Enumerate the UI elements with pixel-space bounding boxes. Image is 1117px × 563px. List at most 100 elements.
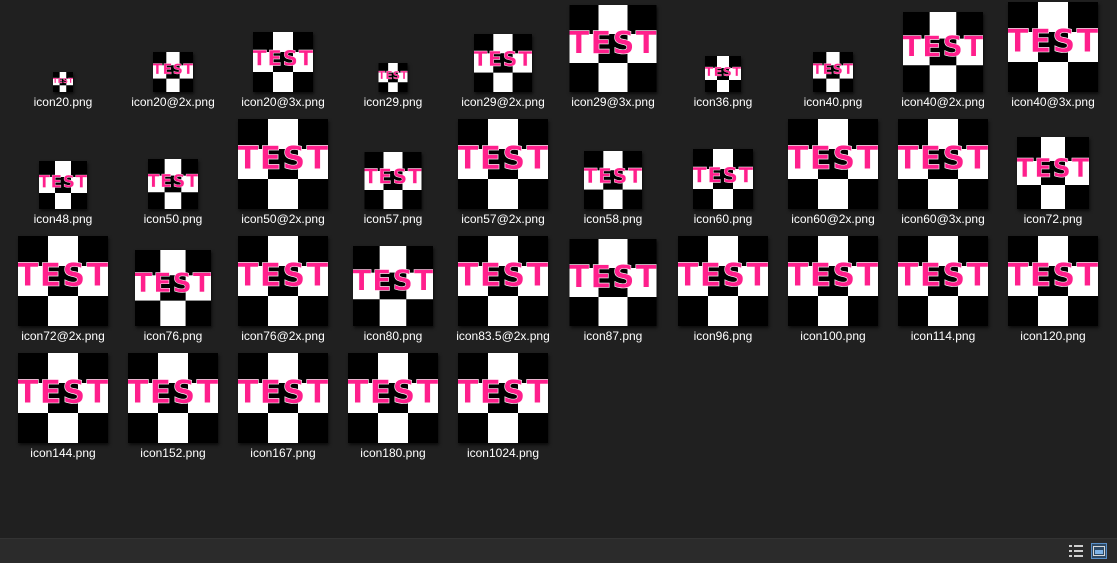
file-item[interactable]: TEST icon87.png <box>558 234 668 351</box>
test-icon-image: TEST <box>1008 2 1098 92</box>
file-item[interactable]: TEST icon72.png <box>998 117 1108 234</box>
file-item[interactable]: TEST icon50@2x.png <box>228 117 338 234</box>
file-thumbnail: TEST <box>18 353 108 443</box>
test-icon-image: TEST <box>705 56 741 92</box>
test-icon-image: TEST <box>238 119 328 209</box>
test-text-mark: TEST <box>18 373 108 411</box>
large-icons-view-icon <box>1093 546 1105 556</box>
file-thumbnail: TEST <box>788 119 878 209</box>
large-icons-view-button[interactable] <box>1091 543 1107 559</box>
file-item[interactable]: TEST icon60@2x.png <box>778 117 888 234</box>
file-name: icon76@2x.png <box>241 329 325 343</box>
test-text-mark: TEST <box>238 256 328 294</box>
file-item[interactable]: TEST icon58.png <box>558 117 668 234</box>
file-item[interactable]: TEST icon83.5@2x.png <box>448 234 558 351</box>
file-name: icon83.5@2x.png <box>456 329 550 343</box>
file-item[interactable]: TEST icon20@3x.png <box>228 0 338 117</box>
file-item[interactable]: TEST icon29@2x.png <box>448 0 558 117</box>
file-item[interactable]: TEST icon76@2x.png <box>228 234 338 351</box>
file-thumbnail: TEST <box>898 119 988 209</box>
file-item[interactable]: TEST icon167.png <box>228 351 338 468</box>
file-thumbnail: TEST <box>1017 137 1089 209</box>
test-text-mark: TEST <box>813 62 853 78</box>
file-item[interactable]: TEST icon57.png <box>338 117 448 234</box>
file-item[interactable]: TEST icon57@2x.png <box>448 117 558 234</box>
file-thumbnail: TEST <box>253 32 313 92</box>
file-item[interactable]: TEST icon1024.png <box>448 351 558 468</box>
file-item[interactable]: TEST icon60.png <box>668 117 778 234</box>
file-name: icon100.png <box>800 329 866 343</box>
test-text-mark: TEST <box>898 256 988 294</box>
file-item[interactable]: TEST icon120.png <box>998 234 1108 351</box>
file-item[interactable]: TEST icon20.png <box>8 0 118 117</box>
file-item[interactable]: TEST icon20@2x.png <box>118 0 228 117</box>
test-icon-image: TEST <box>898 236 988 326</box>
test-text-mark: TEST <box>353 264 433 297</box>
file-name: icon50@2x.png <box>241 212 325 226</box>
file-thumbnail: TEST <box>348 353 438 443</box>
file-thumbnail: TEST <box>238 236 328 326</box>
file-name: icon60@3x.png <box>901 212 985 226</box>
file-name: icon20@3x.png <box>241 95 325 109</box>
test-icon-image: TEST <box>253 32 313 92</box>
file-name: icon57@2x.png <box>461 212 545 226</box>
file-item[interactable]: TEST icon144.png <box>8 351 118 468</box>
file-name: icon40@2x.png <box>901 95 985 109</box>
file-name: icon40@3x.png <box>1011 95 1095 109</box>
file-item[interactable]: TEST icon29@3x.png <box>558 0 668 117</box>
status-bar <box>0 538 1117 563</box>
test-text-mark: TEST <box>788 139 878 177</box>
file-thumbnail: TEST <box>364 152 422 209</box>
file-item[interactable]: TEST icon100.png <box>778 234 888 351</box>
test-text-mark: TEST <box>584 164 642 188</box>
test-text-mark: TEST <box>458 373 548 411</box>
file-thumbnail: TEST <box>903 12 983 92</box>
file-item[interactable]: TEST icon114.png <box>888 234 998 351</box>
file-item[interactable]: TEST icon152.png <box>118 351 228 468</box>
file-item[interactable]: TEST icon60@3x.png <box>888 117 998 234</box>
test-icon-image: TEST <box>569 239 657 326</box>
file-thumbnail: TEST <box>584 151 642 209</box>
file-thumbnail: TEST <box>238 353 328 443</box>
file-item[interactable]: TEST icon72@2x.png <box>8 234 118 351</box>
file-thumbnail: TEST <box>353 246 433 326</box>
file-thumbnail: TEST <box>53 72 73 92</box>
test-text-mark: TEST <box>135 268 211 299</box>
file-name: icon58.png <box>583 212 643 226</box>
file-thumbnail: TEST <box>135 250 211 326</box>
file-item[interactable]: TEST icon80.png <box>338 234 448 351</box>
test-icon-image: TEST <box>18 236 108 326</box>
file-thumbnail: TEST <box>1008 2 1098 92</box>
test-text-mark: TEST <box>253 46 313 71</box>
test-icon-image: TEST <box>788 119 878 209</box>
file-item[interactable]: TEST icon36.png <box>668 0 778 117</box>
file-name: icon29@2x.png <box>461 95 545 109</box>
test-text-mark: TEST <box>1017 154 1089 184</box>
file-name: icon72@2x.png <box>21 329 105 343</box>
test-icon-image: TEST <box>148 159 198 209</box>
file-thumbnail: TEST <box>898 236 988 326</box>
file-item[interactable]: TEST icon180.png <box>338 351 448 468</box>
file-item[interactable]: TEST icon50.png <box>118 117 228 234</box>
file-name: icon144.png <box>30 446 96 460</box>
test-icon-image: TEST <box>813 52 853 92</box>
file-item[interactable]: TEST icon76.png <box>118 234 228 351</box>
file-item[interactable]: TEST icon40@2x.png <box>888 0 998 117</box>
file-thumbnail: TEST <box>693 149 753 209</box>
test-icon-image: TEST <box>238 353 328 443</box>
details-view-button[interactable] <box>1068 543 1084 559</box>
file-item[interactable]: TEST icon29.png <box>338 0 448 117</box>
file-item[interactable]: TEST icon48.png <box>8 117 118 234</box>
file-name: icon20@2x.png <box>131 95 215 109</box>
file-name: icon1024.png <box>466 446 540 460</box>
file-item[interactable]: TEST icon40@3x.png <box>998 0 1108 117</box>
file-thumbnail: TEST <box>153 52 193 92</box>
file-item[interactable]: TEST icon40.png <box>778 0 888 117</box>
file-name: icon120.png <box>1020 329 1086 343</box>
test-text-mark: TEST <box>238 139 328 177</box>
file-thumbnail: TEST <box>813 52 853 92</box>
test-text-mark: TEST <box>570 25 657 61</box>
file-item[interactable]: TEST icon96.png <box>668 234 778 351</box>
file-thumbnail: TEST <box>18 236 108 326</box>
test-icon-image: TEST <box>458 119 548 209</box>
